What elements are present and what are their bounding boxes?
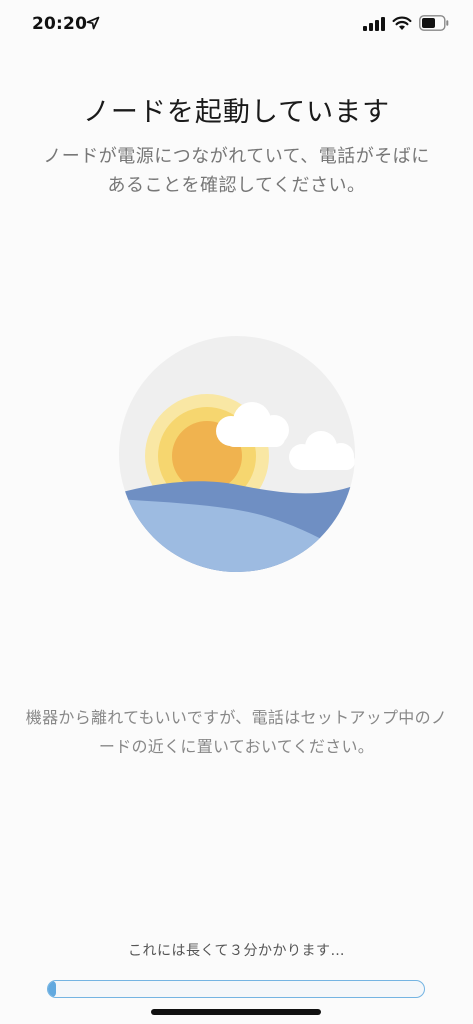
page-title: ノードを起動しています xyxy=(82,97,391,128)
page-subtitle: ノードが電源につながれていて、電話がそばにあることを確認してください。 xyxy=(43,146,430,196)
wifi-icon xyxy=(392,16,412,30)
home-indicator[interactable] xyxy=(151,1009,321,1015)
location-arrow-icon xyxy=(86,16,100,30)
status-time: 20:20 xyxy=(32,14,88,34)
progress-bar xyxy=(47,980,425,998)
wait-time-text: これには長くて３分かかります… xyxy=(127,943,346,959)
sunrise-landscape-illustration xyxy=(119,336,355,572)
status-bar: 20:20 xyxy=(0,0,473,50)
startup-screen: 20:20 ノードを起動しています ノードが電源につながれていて、電話がそばにあ… xyxy=(0,0,473,1024)
cellular-signal-icon xyxy=(363,17,385,31)
battery-icon xyxy=(419,15,449,31)
progress-fill xyxy=(48,981,56,997)
placement-note: 機器から離れてもいいですが、電話はセットアップ中のノードの近くに置いておいてくだ… xyxy=(25,708,448,756)
